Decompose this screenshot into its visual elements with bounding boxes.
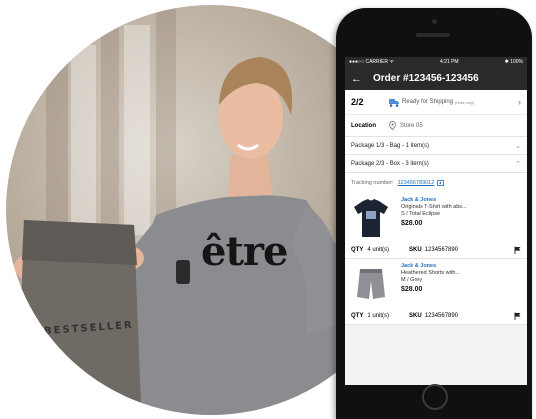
list-item[interactable]: Jack & Jones Heathered Shorts with... M …: [345, 259, 527, 307]
sku-value: 1234567890: [424, 312, 459, 319]
sku-label: SKU: [409, 312, 422, 319]
clock-text: 4:21 PM: [439, 59, 459, 65]
item-info: Jack & Jones Heathered Shorts with... M …: [401, 263, 460, 305]
tracking-number-link[interactable]: 123456789012: [398, 180, 435, 186]
shorts-thumbnail: [357, 269, 385, 299]
read-only-note: (read only): [455, 99, 475, 105]
page-title: Order #123456-123456: [373, 73, 479, 84]
tshirt-thumbnail: [354, 199, 388, 237]
flag-icon[interactable]: [514, 312, 521, 320]
package-label: Package 2/3 - Box - 3 item(s): [351, 160, 429, 167]
open-external-icon[interactable]: [437, 180, 445, 186]
location-row: Location Store 05: [345, 114, 527, 136]
phone-camera: [432, 19, 437, 24]
flag-icon[interactable]: [514, 246, 521, 254]
item-info: Jack & Jones Originals T-Shirt with abs.…: [401, 197, 467, 239]
item-name: Heathered Shorts with...: [401, 270, 461, 276]
status-bar: ●●●○○ CARRIER ᯤ 4:21 PM ✱ 100%: [345, 57, 527, 67]
carrier-text: ●●●○○ CARRIER ᯤ: [349, 59, 394, 65]
arrow-left-icon[interactable]: ←: [351, 73, 373, 85]
list-item[interactable]: Jack & Jones Originals T-Shirt with abs.…: [345, 193, 527, 241]
sku-value: 1234567890: [424, 246, 459, 253]
order-summary: 2/2 Ready for Shipping (read only) › Loc…: [345, 90, 527, 137]
battery-text: ✱ 100%: [504, 59, 523, 65]
phone-screen: ●●●○○ CARRIER ᯤ 4:21 PM ✱ 100% ← Order #…: [345, 57, 527, 385]
qty-value: 1 unit(s): [367, 312, 390, 319]
chevron-down-icon: ⌄: [515, 142, 521, 150]
chevron-right-icon[interactable]: ›: [518, 97, 521, 107]
location-label: Location: [351, 122, 376, 129]
item-count: 2/2: [351, 97, 364, 107]
item-variant: S / Total Eclipse: [401, 211, 441, 217]
package-label: Package 1/3 - Bag - 1 item(s): [351, 142, 430, 149]
item-price: $28.00: [401, 286, 423, 293]
phone-speaker: [416, 33, 450, 37]
item-meta-row: QTY 1 unit(s) SKU 1234567890: [345, 307, 527, 325]
item-price: $28.00: [401, 220, 423, 227]
tracking-row: Tracking number: 123456789012: [345, 173, 527, 193]
sku-group: SKU 1234567890: [409, 313, 458, 319]
item-meta-row: QTY 4 unit(s) SKU 1234567890: [345, 241, 527, 259]
item-variant: M / Grey: [401, 277, 423, 283]
item-name: Originals T-Shirt with abs...: [401, 204, 467, 210]
chevron-up-icon: ⌃: [515, 160, 521, 168]
qty-label: QTY: [351, 246, 364, 253]
shipping-icon: [389, 98, 399, 107]
sku-group: SKU 1234567890: [409, 247, 458, 253]
qty-label: QTY: [351, 312, 364, 319]
qty-value: 4 unit(s): [367, 246, 390, 253]
item-brand: Jack & Jones: [401, 197, 437, 203]
tracking-label: Tracking number:: [351, 180, 394, 186]
shirt-print-text: être: [201, 228, 288, 275]
package-row-2[interactable]: Package 2/3 - Box - 3 item(s) ⌃: [345, 155, 527, 173]
home-button[interactable]: [422, 384, 448, 410]
status-row[interactable]: 2/2 Ready for Shipping (read only) ›: [345, 90, 527, 114]
item-brand: Jack & Jones: [401, 263, 437, 269]
app-header: ← Order #123456-123456: [345, 67, 527, 90]
shipping-status: Ready for Shipping: [402, 99, 454, 105]
sku-label: SKU: [409, 246, 422, 253]
location-value: Store 05: [400, 122, 423, 129]
location-pin-icon: [389, 121, 396, 130]
phone-device: ●●●○○ CARRIER ᯤ 4:21 PM ✱ 100% ← Order #…: [336, 8, 532, 419]
package-row-1[interactable]: Package 1/3 - Bag - 1 item(s) ⌄: [345, 137, 527, 155]
